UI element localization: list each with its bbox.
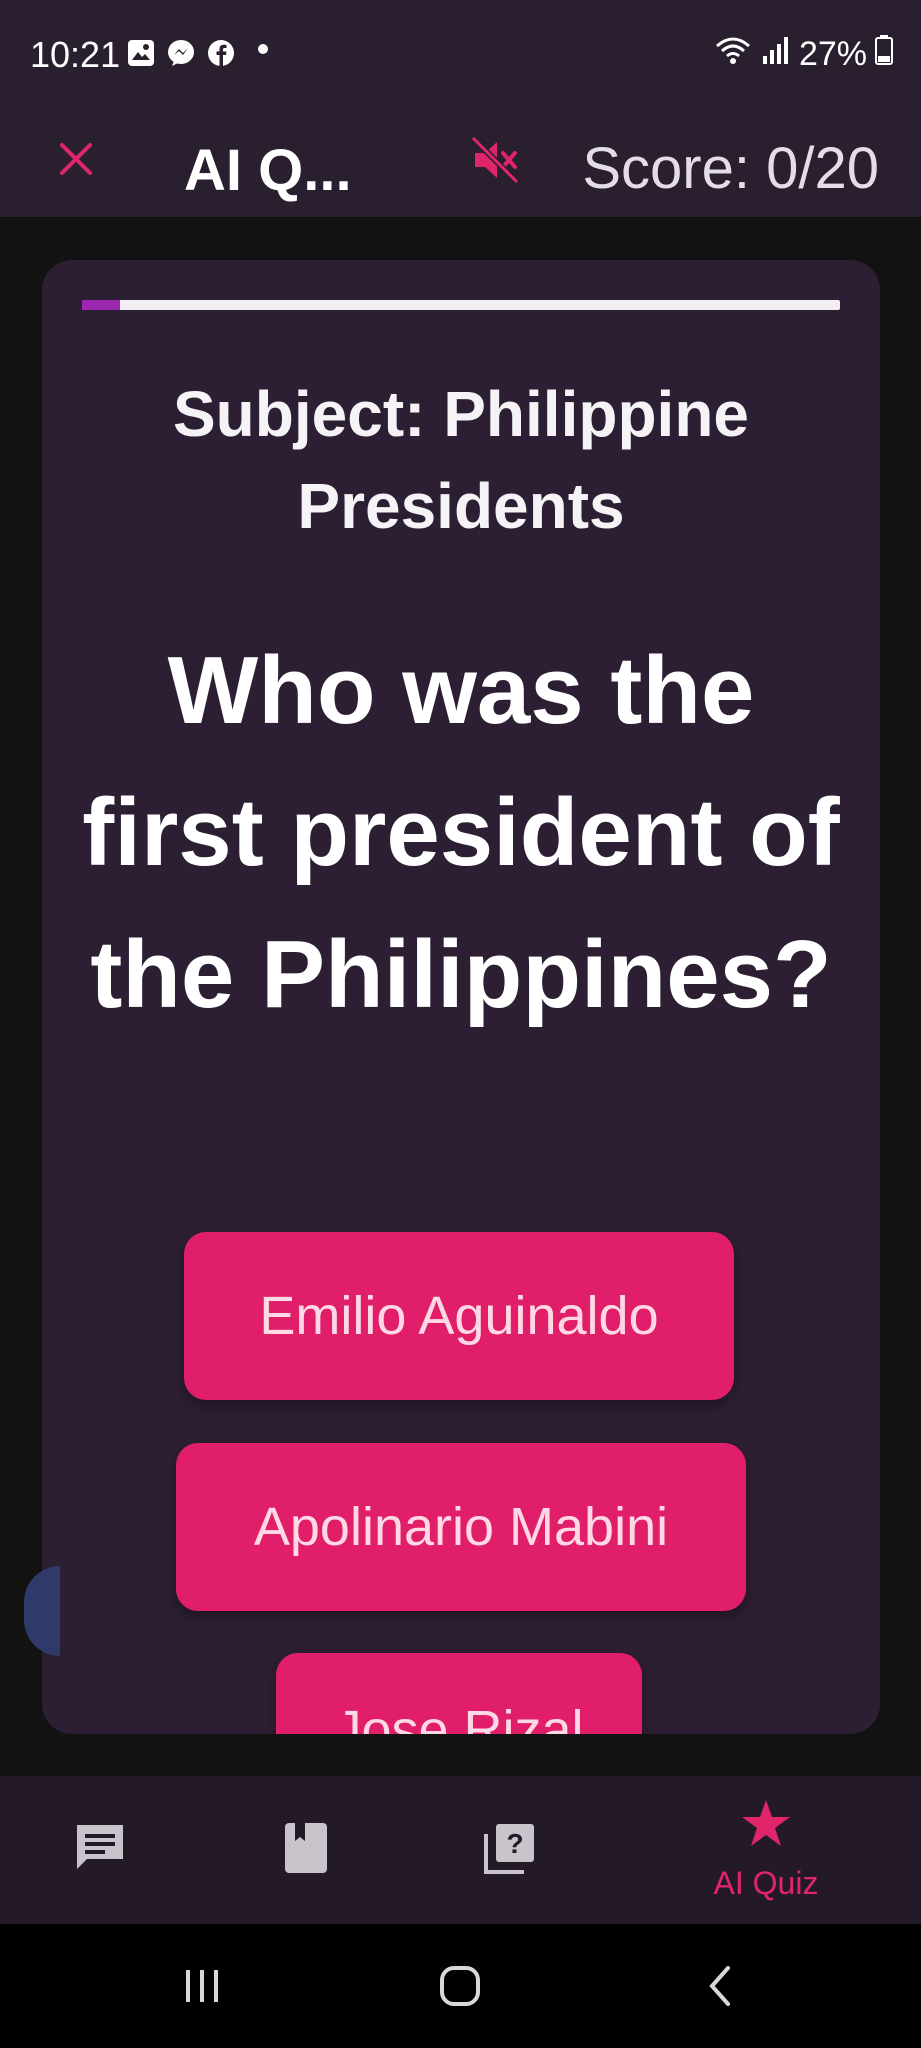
answer-button[interactable]: Emilio Aguinaldo [184,1232,734,1400]
mute-button[interactable] [462,129,528,195]
close-button[interactable] [40,125,112,197]
nav-label-ai-quiz: AI Quiz [713,1865,819,1901]
progress-fill [82,300,120,310]
notification-icons [126,38,236,68]
status-right: 27% [713,34,893,75]
home-button[interactable] [430,1958,490,2018]
signal-icon [761,34,791,75]
progress-bar [82,300,840,310]
book-icon [283,1821,329,1880]
recents-button[interactable] [172,1958,232,2018]
back-button[interactable] [690,1958,750,2018]
quiz-card: Subject: Philippine Presidents Who was t… [42,260,880,1734]
back-icon [702,1964,738,2013]
nav-item-ai-quiz[interactable]: AI Quiz [676,1776,856,1924]
star-icon [740,1798,792,1853]
battery-text: 27% [798,35,867,73]
app-bar: AI Q... Score: 0/20 [0,105,921,217]
score-text: Score: 0/20 [582,136,879,201]
volume-off-icon [469,134,521,191]
recents-icon [180,1966,224,2011]
facebook-icon [206,38,236,68]
quiz-subject: Subject: Philippine Presidents [172,378,750,542]
wifi-icon [713,34,753,75]
nav-item-chat[interactable] [10,1776,190,1924]
answer-button[interactable]: Jose Rizal [276,1653,642,1734]
status-bar: 10:21 27% [0,0,921,105]
floating-bubble[interactable] [24,1566,60,1656]
messenger-icon [166,38,196,68]
bottom-navigation: ? AI Quiz [0,1776,921,1924]
system-navigation [0,1924,921,2048]
nav-item-quiz[interactable]: ? [420,1776,600,1924]
page-title: AI Q... [184,138,352,203]
chat-icon [73,1821,127,1880]
nav-item-book[interactable] [216,1776,396,1924]
svg-text:?: ? [506,1828,523,1859]
close-icon [56,139,96,184]
home-icon [438,1964,482,2013]
battery-icon [875,34,893,75]
more-notifications-dot [258,44,268,54]
quiz-question: Who was the first president of the Phili… [82,637,840,1028]
answer-button[interactable]: Apolinario Mabini [176,1443,746,1611]
gallery-icon [126,38,156,68]
status-time: 10:21 [30,34,121,75]
quiz-icon: ? [482,1820,538,1881]
